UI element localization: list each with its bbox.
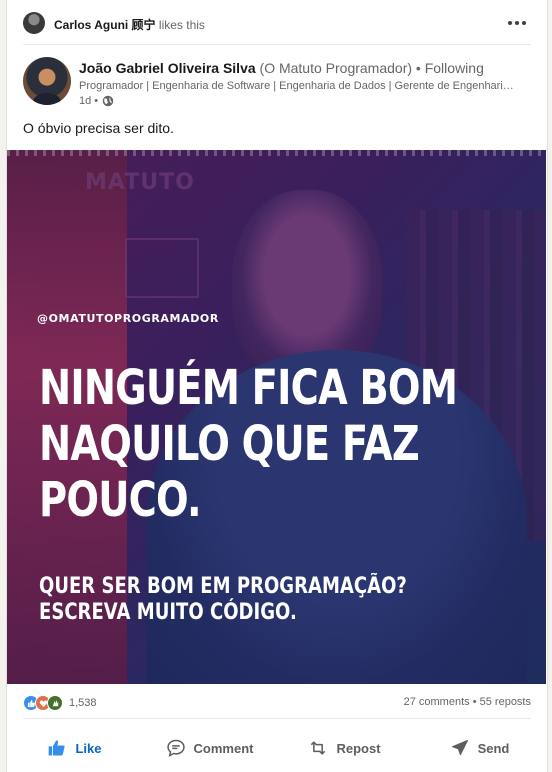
reposts-count[interactable]: 55 reposts [480, 696, 531, 708]
image-brand-text: MATUTO [85, 170, 195, 195]
image-torn-edge [7, 150, 546, 156]
image-wall-sign [125, 238, 199, 298]
liker-avatar[interactable] [23, 12, 45, 34]
globe-icon [102, 95, 114, 107]
engagement-counts: 1,538 27 comments • 55 reposts [23, 693, 531, 713]
celebrate-reaction-icon [47, 695, 63, 711]
like-button[interactable]: Like [7, 726, 142, 770]
repost-icon [311, 741, 326, 755]
image-headline-line: NAQUILO QUE FAZ [39, 416, 420, 472]
comment-icon [166, 739, 185, 757]
divider [23, 718, 531, 719]
social-context-text: Carlos Aguni 顾宁 likes this [54, 16, 205, 33]
author-alias: (O Matuto Programador) [259, 60, 413, 76]
author-separator: • [415, 60, 421, 76]
dot-icon [515, 21, 519, 25]
more-options-button[interactable] [503, 12, 531, 34]
author-line: João Gabriel Oliveira Silva (O Matuto Pr… [79, 60, 484, 76]
image-subheadline: QUER SER BOM EM PROGRAMAÇÃO? ESCREVA MUI… [39, 574, 424, 626]
comment-button[interactable]: Comment [142, 726, 277, 770]
image-handle: @OMATUTOPROGRAMADOR [37, 312, 219, 325]
dot-icon [522, 21, 526, 25]
send-icon [451, 740, 468, 756]
image-headline-line: POUCO. [39, 472, 202, 528]
count-separator: • [472, 696, 477, 708]
dot-icon [508, 21, 512, 25]
send-button[interactable]: Send [412, 726, 547, 770]
author-avatar[interactable] [23, 57, 71, 105]
image-sub-line: QUER SER BOM EM PROGRAMAÇÃO? [39, 574, 407, 599]
repost-button[interactable]: Repost [277, 726, 412, 770]
liker-action: likes this [158, 18, 205, 32]
author-headline: Programador | Engenharia de Software | E… [79, 80, 519, 92]
send-label: Send [477, 740, 510, 756]
action-bar: Like Comment Repost Send [7, 726, 547, 770]
repost-label: Repost [336, 740, 381, 756]
feed-post-card: Carlos Aguni 顾宁 likes this João Gabriel … [6, 0, 548, 772]
post-time: 1d • [79, 95, 99, 107]
comment-repost-counts: 27 comments • 55 reposts [404, 696, 531, 708]
post-text: O óbvio precisa ser dito. [23, 120, 174, 136]
post-meta: 1d • [79, 95, 114, 107]
author-name[interactable]: João Gabriel Oliveira Silva [79, 60, 256, 76]
image-headline: NINGUÉM FICA BOM NAQUILO QUE FAZ POUCO. [39, 360, 458, 528]
image-headline-line: NINGUÉM FICA BOM [39, 360, 458, 416]
divider [23, 44, 531, 45]
image-sub-line: ESCREVA MUITO CÓDIGO. [39, 600, 297, 625]
comment-label: Comment [193, 740, 254, 756]
comments-count[interactable]: 27 comments [404, 696, 470, 708]
thumbs-up-icon [49, 740, 66, 756]
like-label: Like [75, 740, 102, 756]
reactions-summary[interactable]: 1,538 [23, 695, 97, 711]
reaction-count: 1,538 [69, 697, 97, 709]
follow-status[interactable]: Following [425, 60, 484, 76]
post-image[interactable]: MATUTO @OMATUTOPROGRAMADOR NINGUÉM FICA … [7, 150, 546, 684]
social-context-bar: Carlos Aguni 顾宁 likes this [7, 0, 547, 44]
liker-name[interactable]: Carlos Aguni 顾宁 [54, 18, 156, 32]
